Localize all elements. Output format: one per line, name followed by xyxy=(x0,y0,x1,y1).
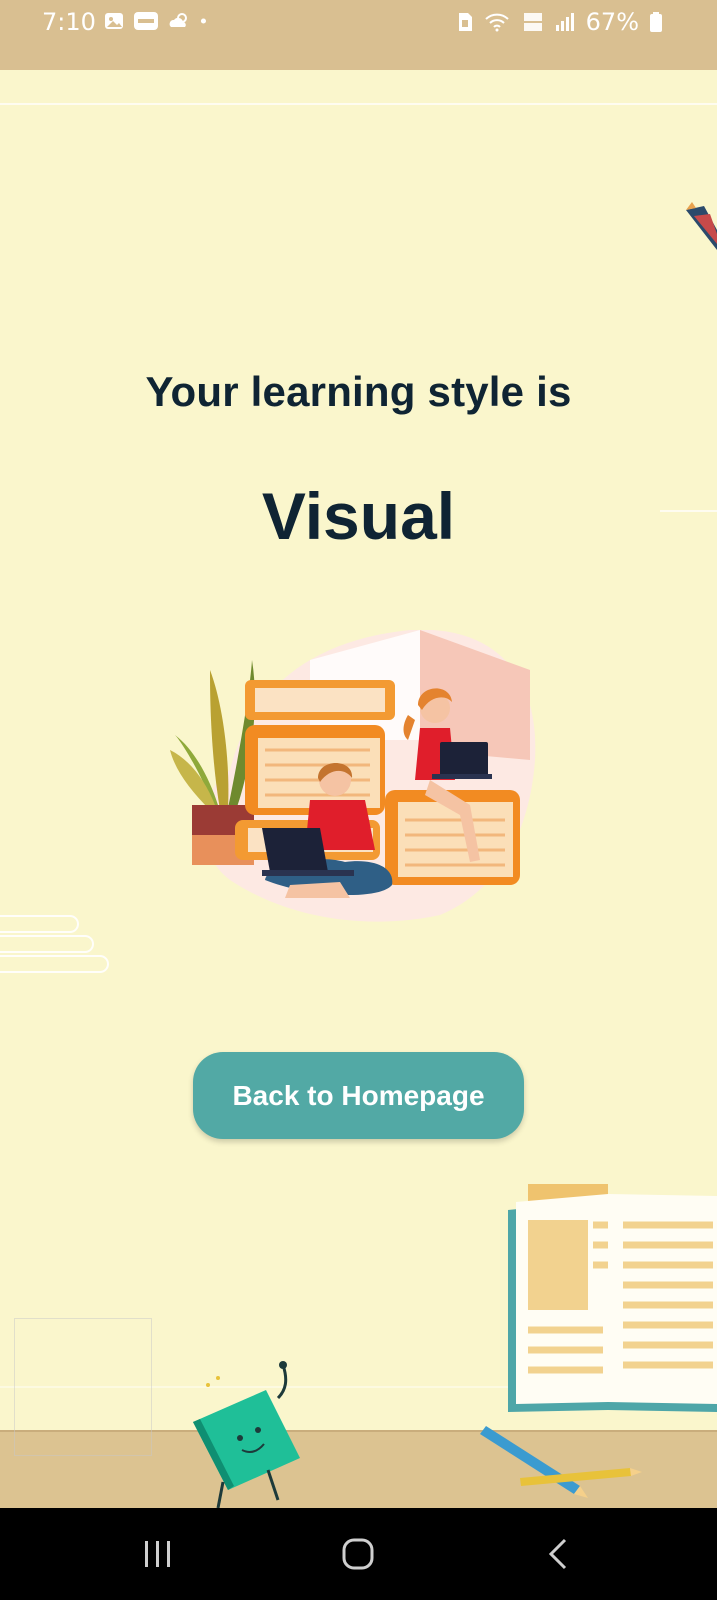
recents-icon xyxy=(145,1541,170,1567)
home-icon xyxy=(342,1538,374,1570)
system-navigation-bar xyxy=(0,1508,717,1600)
faint-books-decoration xyxy=(0,915,109,973)
decorative-line xyxy=(0,103,717,105)
status-icons-right: 67% xyxy=(456,8,663,36)
home-button[interactable] xyxy=(328,1526,388,1582)
result-heading: Your learning style is xyxy=(145,368,572,415)
status-time: 7:10 xyxy=(42,8,96,36)
volte-icon xyxy=(523,13,542,31)
signal-icon xyxy=(555,13,574,31)
pencils-decoration-icon xyxy=(480,1426,642,1498)
wifi-icon xyxy=(484,13,509,32)
book-character-illustration xyxy=(193,1361,300,1509)
recents-button[interactable] xyxy=(128,1526,188,1582)
back-icon xyxy=(548,1538,567,1570)
battery-icon xyxy=(650,12,662,32)
status-icons-left xyxy=(103,10,213,32)
open-book-decoration xyxy=(508,1184,717,1412)
status-bar: 7:10 67% xyxy=(0,0,717,70)
image-icon xyxy=(105,13,123,29)
paytm-icon xyxy=(134,12,158,30)
students-studying-illustration xyxy=(170,630,536,922)
back-to-homepage-button[interactable]: Back to Homepage xyxy=(193,1052,524,1139)
learning-style-result: Visual xyxy=(261,479,456,553)
sim-icon xyxy=(458,13,472,31)
weather-icon xyxy=(169,13,187,27)
faint-frame-decoration xyxy=(14,1318,152,1456)
pencil-decoration-icon xyxy=(686,202,717,250)
battery-percent: 67% xyxy=(585,8,639,36)
back-button[interactable] xyxy=(528,1526,588,1582)
dot-icon xyxy=(200,18,206,24)
